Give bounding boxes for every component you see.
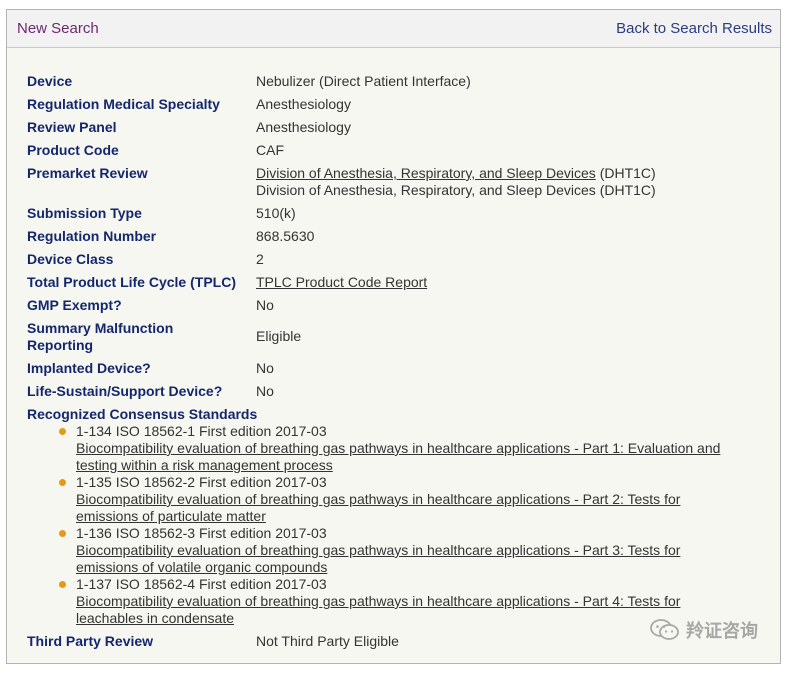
product-code-label: Product Code xyxy=(27,142,119,158)
submission-type-value: 510(k) xyxy=(256,205,296,221)
life-sustain-label: Life-Sustain/Support Device? xyxy=(27,383,223,399)
life-sustain-value: No xyxy=(256,383,274,399)
bullet-icon xyxy=(59,530,66,537)
submission-type-label: Submission Type xyxy=(27,205,142,221)
premarket-division-line2: Division of Anesthesia, Respiratory, and… xyxy=(256,182,656,198)
standard-code: 1-137 ISO 18562-4 First edition 2017-03 xyxy=(76,576,327,592)
implanted-device-value: No xyxy=(256,360,274,376)
standard-title-link[interactable]: Biocompatibility evaluation of breathing… xyxy=(76,542,680,575)
product-code-value: CAF xyxy=(256,142,284,158)
third-party-review-label: Third Party Review xyxy=(27,633,154,649)
device-label: Device xyxy=(27,73,73,89)
standard-code: 1-136 ISO 18562-3 First edition 2017-03 xyxy=(76,525,327,541)
tplc-label: Total Product Life Cycle (TPLC) xyxy=(27,274,236,290)
regulation-number-label: Regulation Number xyxy=(27,228,157,244)
premarket-division-code: (DHT1C) xyxy=(595,165,656,181)
device-class-value: 2 xyxy=(256,251,264,267)
device-detail-panel: New Search Back to Search Results Device… xyxy=(6,9,781,664)
summary-malfunction-label-line2: Reporting xyxy=(27,337,94,353)
regulation-number-value: 868.5630 xyxy=(256,228,315,244)
tplc-report-link[interactable]: TPLC Product Code Report xyxy=(256,274,427,290)
standard-item: 1-136 ISO 18562-3 First edition 2017-03 … xyxy=(59,525,776,576)
third-party-review-value: Not Third Party Eligible xyxy=(256,633,399,649)
standard-code: 1-135 ISO 18562-2 First edition 2017-03 xyxy=(76,474,327,490)
consensus-standards-label: Recognized Consensus Standards xyxy=(27,406,258,422)
watermark-text: 羚证咨询 xyxy=(686,621,758,641)
standard-code: 1-134 ISO 18562-1 First edition 2017-03 xyxy=(76,423,327,439)
regulation-specialty-value: Anesthesiology xyxy=(256,96,351,112)
standard-item: 1-135 ISO 18562-2 First edition 2017-03 … xyxy=(59,474,776,525)
standard-title-link[interactable]: Biocompatibility evaluation of breathing… xyxy=(76,491,680,524)
watermark: 羚证咨询 xyxy=(650,617,758,643)
tplc-value: TPLC Product Code Report xyxy=(256,274,427,291)
wechat-icon xyxy=(650,618,680,642)
regulation-specialty-label: Regulation Medical Specialty xyxy=(27,96,220,112)
bullet-icon xyxy=(59,428,66,435)
review-panel-label: Review Panel xyxy=(27,119,117,135)
premarket-division-link[interactable]: Division of Anesthesia, Respiratory, and… xyxy=(256,165,596,181)
summary-malfunction-label-line1: Summary Malfunction xyxy=(27,320,174,336)
new-search-link[interactable]: New Search xyxy=(17,20,99,37)
premarket-review-value: Division of Anesthesia, Respiratory, and… xyxy=(256,165,656,199)
standard-item: 1-134 ISO 18562-1 First edition 2017-03 … xyxy=(59,423,776,474)
gmp-exempt-label: GMP Exempt? xyxy=(27,297,122,313)
review-panel-value: Anesthesiology xyxy=(256,119,351,135)
device-value: Nebulizer (Direct Patient Interface) xyxy=(256,73,471,89)
premarket-review-label: Premarket Review xyxy=(27,165,148,181)
bullet-icon xyxy=(59,581,66,588)
standard-title-link[interactable]: Biocompatibility evaluation of breathing… xyxy=(76,440,720,473)
summary-malfunction-value: Eligible xyxy=(256,328,302,344)
back-to-results-link[interactable]: Back to Search Results xyxy=(616,20,772,37)
summary-malfunction-label: Summary Malfunction Reporting xyxy=(27,320,255,354)
standard-title-link[interactable]: Biocompatibility evaluation of breathing… xyxy=(76,593,680,626)
device-class-label: Device Class xyxy=(27,251,114,267)
top-nav-bar: New Search Back to Search Results xyxy=(7,10,780,48)
bullet-icon xyxy=(59,479,66,486)
implanted-device-label: Implanted Device? xyxy=(27,360,151,376)
gmp-exempt-value: No xyxy=(256,297,274,313)
